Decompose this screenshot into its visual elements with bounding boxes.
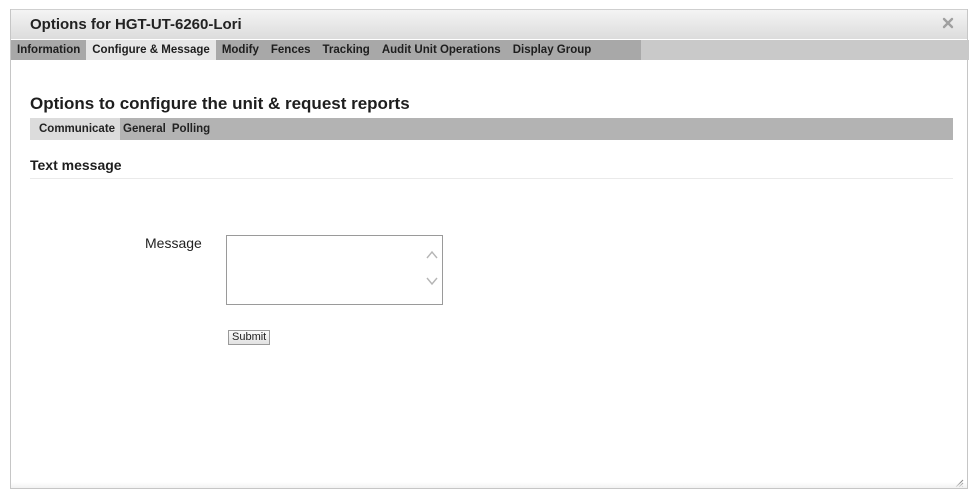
message-field-container — [226, 235, 443, 305]
close-icon-glyph — [942, 17, 954, 29]
tab-bar-fill — [641, 40, 969, 60]
page-heading: Options to configure the unit & request … — [30, 94, 410, 113]
tab-display-group[interactable]: Display Group — [507, 40, 598, 60]
scroll-down-icon[interactable] — [425, 274, 439, 288]
dialog-title: Options for HGT-UT-6260-Lori — [30, 16, 242, 33]
dialog-titlebar[interactable]: Options for HGT-UT-6260-Lori — [11, 9, 967, 39]
bottom-shadow — [11, 482, 967, 488]
subtab-communicate[interactable]: Communicate — [30, 118, 121, 140]
section-divider — [30, 178, 953, 179]
chevron-up-icon — [426, 250, 438, 259]
section-title: Text message — [30, 157, 122, 173]
subtab-general[interactable]: General — [120, 118, 169, 140]
submit-button[interactable]: Submit — [228, 330, 271, 345]
subtab-polling[interactable]: Polling — [169, 118, 213, 140]
sub-tab-bar: Communicate General Polling — [30, 118, 953, 140]
tab-information[interactable]: Information — [11, 40, 86, 60]
options-dialog: Options for HGT-UT-6260-Lori Information… — [10, 9, 969, 489]
tab-fences[interactable]: Fences — [265, 40, 317, 60]
message-label: Message — [145, 235, 202, 251]
main-tab-bar: Information Configure & Message Modify F… — [11, 40, 969, 60]
tab-modify[interactable]: Modify — [216, 40, 265, 60]
tab-audit-unit-operations[interactable]: Audit Unit Operations — [376, 40, 507, 60]
tab-tracking[interactable]: Tracking — [317, 40, 376, 60]
chevron-down-icon — [426, 277, 438, 286]
close-icon[interactable] — [939, 16, 957, 34]
tab-configure-message[interactable]: Configure & Message — [86, 40, 216, 60]
message-textarea[interactable] — [227, 236, 422, 304]
scroll-up-icon[interactable] — [425, 248, 439, 262]
